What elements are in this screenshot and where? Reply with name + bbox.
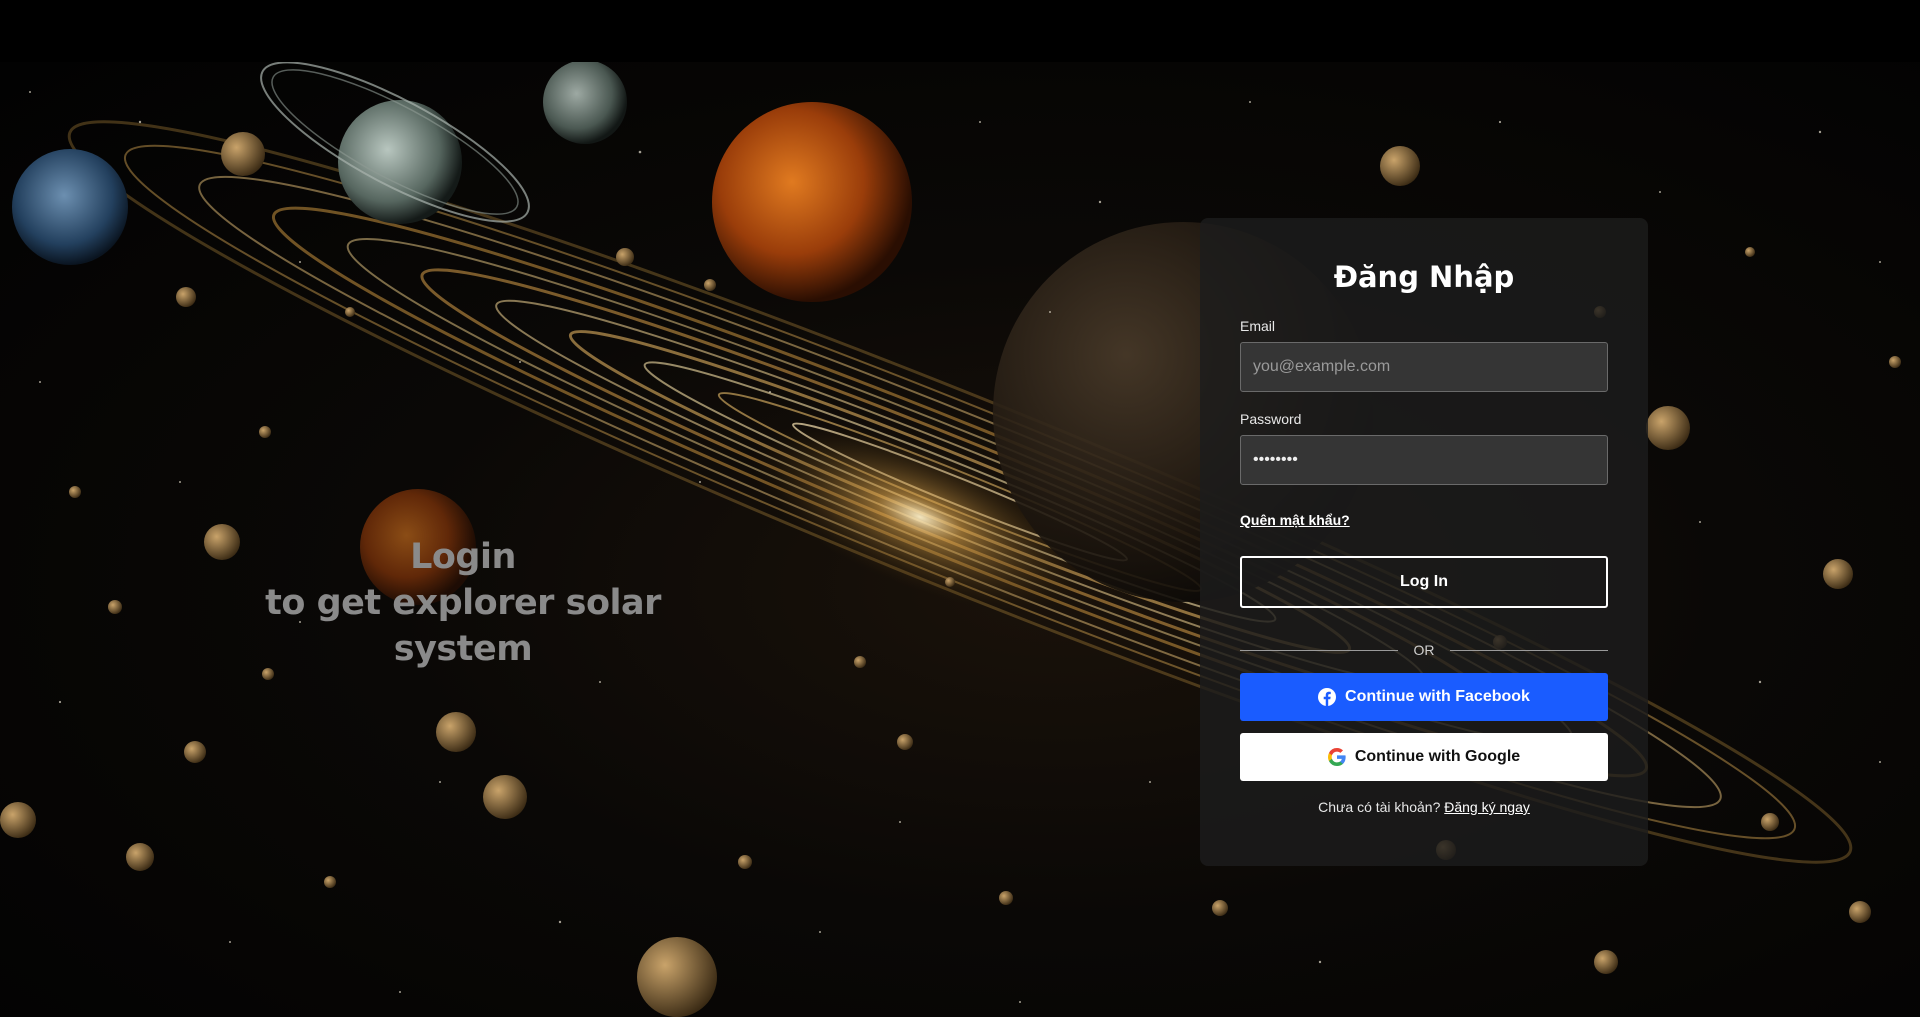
divider-text: OR: [1413, 642, 1435, 658]
google-icon: [1327, 748, 1346, 766]
password-label: Password: [1240, 411, 1302, 427]
hero-line-2: to get explorer solar: [265, 583, 661, 623]
top-black-band: [0, 0, 1920, 62]
signup-prompt: Chưa có tài khoản? Đăng ký ngay: [1240, 799, 1608, 815]
hero-line-3: system: [393, 629, 533, 669]
facebook-login-button[interactable]: Continue with Facebook: [1240, 673, 1608, 721]
or-divider: OR: [1240, 641, 1608, 659]
signup-prompt-text: Chưa có tài khoản?: [1318, 799, 1441, 815]
login-button[interactable]: Log In: [1240, 556, 1608, 608]
hero-heading: Login to get explorer solar system: [263, 534, 663, 672]
forgot-password-link[interactable]: Quên mật khẩu?: [1240, 512, 1350, 528]
password-input[interactable]: [1240, 435, 1608, 485]
divider-rule-right: [1450, 650, 1608, 651]
divider-rule-left: [1240, 650, 1398, 651]
facebook-icon: [1318, 688, 1337, 706]
login-card: Đăng Nhập Email Password Quên mật khẩu? …: [1200, 218, 1648, 866]
google-button-label: Continue with Google: [1354, 748, 1521, 765]
facebook-button-label: Continue with Facebook: [1345, 688, 1530, 705]
signup-link[interactable]: Đăng ký ngay: [1444, 799, 1530, 815]
google-login-button[interactable]: Continue with Google: [1240, 733, 1608, 781]
email-label: Email: [1240, 318, 1276, 334]
hero-line-1: Login: [410, 537, 516, 577]
email-input[interactable]: [1240, 342, 1608, 392]
login-title: Đăng Nhập: [1333, 260, 1515, 294]
